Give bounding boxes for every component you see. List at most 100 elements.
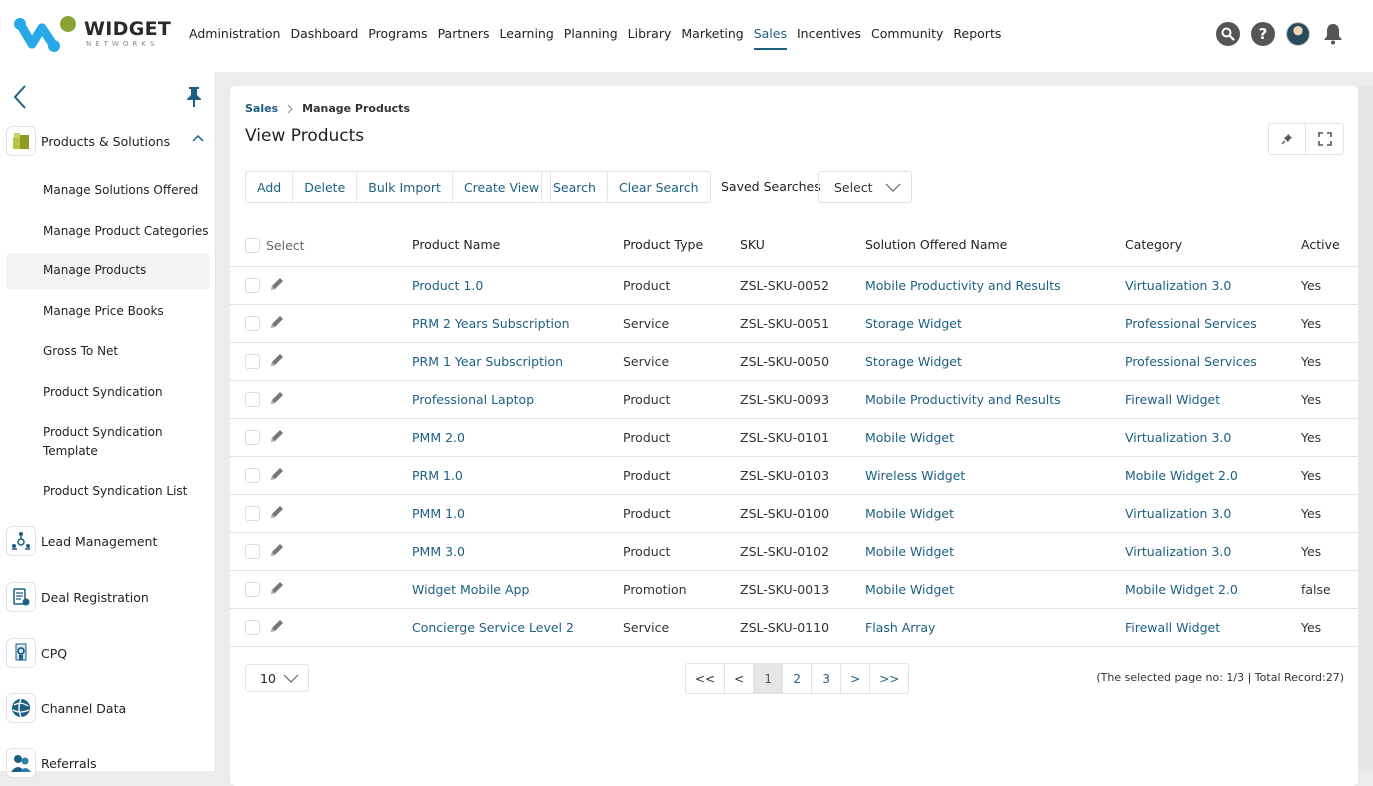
row-checkbox[interactable] bbox=[245, 277, 260, 293]
column-header-active[interactable]: Active bbox=[1301, 224, 1358, 267]
sidebar-item-product-syndication-template[interactable]: Product Syndication Template bbox=[6, 423, 186, 461]
delete-button[interactable]: Delete bbox=[293, 172, 358, 202]
solution-offered-name-link[interactable]: Mobile Productivity and Results bbox=[865, 278, 1061, 293]
search-icon[interactable] bbox=[1216, 22, 1240, 46]
solution-offered-name-link[interactable]: Mobile Widget bbox=[865, 582, 954, 597]
category-link[interactable]: Virtualization 3.0 bbox=[1125, 506, 1231, 521]
search-button[interactable]: Search bbox=[542, 172, 608, 202]
pin-sidebar-icon[interactable] bbox=[186, 86, 204, 108]
edit-pencil-icon[interactable] bbox=[269, 390, 285, 409]
edit-pencil-icon[interactable] bbox=[269, 352, 285, 371]
row-checkbox[interactable] bbox=[245, 467, 260, 483]
prev-page-button[interactable]: < bbox=[725, 664, 755, 693]
edit-pencil-icon[interactable] bbox=[269, 466, 285, 485]
category-link[interactable]: Virtualization 3.0 bbox=[1125, 278, 1231, 293]
nav-reports[interactable]: Reports bbox=[948, 26, 1006, 46]
product-name-link[interactable]: PMM 3.0 bbox=[412, 544, 465, 559]
solution-offered-name-link[interactable]: Storage Widget bbox=[865, 354, 962, 369]
category-link[interactable]: Firewall Widget bbox=[1125, 392, 1220, 407]
solution-offered-name-link[interactable]: Wireless Widget bbox=[865, 468, 965, 483]
category-link[interactable]: Mobile Widget 2.0 bbox=[1125, 582, 1238, 597]
nav-partners[interactable]: Partners bbox=[433, 26, 495, 46]
row-checkbox[interactable] bbox=[245, 353, 260, 369]
page-1-button[interactable]: 1 bbox=[754, 664, 784, 693]
solution-offered-name-link[interactable]: Storage Widget bbox=[865, 316, 962, 331]
bulk-import-button[interactable]: Bulk Import bbox=[357, 172, 453, 202]
last-page-button[interactable]: >> bbox=[870, 664, 908, 693]
pin-icon[interactable] bbox=[1269, 124, 1306, 154]
solution-offered-name-link[interactable]: Mobile Widget bbox=[865, 506, 954, 521]
sidebar-group-referrals[interactable]: Referrals bbox=[6, 746, 212, 780]
edit-pencil-icon[interactable] bbox=[269, 542, 285, 561]
page-size-select[interactable]: 10 bbox=[245, 664, 309, 692]
nav-administration[interactable]: Administration bbox=[189, 26, 285, 46]
solution-offered-name-link[interactable]: Mobile Widget bbox=[865, 544, 954, 559]
sidebar-item-product-syndication-list[interactable]: Product Syndication List bbox=[6, 482, 210, 501]
avatar[interactable] bbox=[1286, 22, 1310, 46]
product-name-link[interactable]: PMM 2.0 bbox=[412, 430, 465, 445]
category-link[interactable]: Virtualization 3.0 bbox=[1125, 430, 1231, 445]
nav-learning[interactable]: Learning bbox=[495, 26, 559, 46]
edit-pencil-icon[interactable] bbox=[269, 314, 285, 333]
product-name-link[interactable]: Product 1.0 bbox=[412, 278, 483, 293]
product-name-link[interactable]: PRM 2 Years Subscription bbox=[412, 316, 570, 331]
sidebar-group-deal-registration[interactable]: Deal Registration bbox=[6, 580, 212, 614]
select-all-checkbox[interactable] bbox=[245, 237, 260, 253]
product-name-link[interactable]: Widget Mobile App bbox=[412, 582, 529, 597]
column-header-solution-offered-name[interactable]: Solution Offered Name bbox=[865, 224, 1125, 267]
sidebar-item-manage-product-categories[interactable]: Manage Product Categories bbox=[6, 222, 210, 241]
product-name-link[interactable]: PMM 1.0 bbox=[412, 506, 465, 521]
nav-sales[interactable]: Sales bbox=[749, 26, 792, 50]
category-link[interactable]: Virtualization 3.0 bbox=[1125, 544, 1231, 559]
edit-pencil-icon[interactable] bbox=[269, 504, 285, 523]
nav-dashboard[interactable]: Dashboard bbox=[285, 26, 363, 46]
saved-searches-select[interactable]: Select bbox=[818, 171, 912, 203]
clear-search-button[interactable]: Clear Search bbox=[608, 172, 710, 202]
sidebar-group-products-solutions[interactable]: Products & Solutions bbox=[6, 124, 212, 158]
solution-offered-name-link[interactable]: Flash Array bbox=[865, 620, 935, 635]
edit-pencil-icon[interactable] bbox=[269, 428, 285, 447]
edit-pencil-icon[interactable] bbox=[269, 618, 285, 637]
page-scrollbar[interactable] bbox=[1358, 86, 1373, 771]
nav-library[interactable]: Library bbox=[623, 26, 677, 46]
column-header-category[interactable]: Category bbox=[1125, 224, 1301, 267]
product-name-link[interactable]: PRM 1.0 bbox=[412, 468, 463, 483]
nav-programs[interactable]: Programs bbox=[363, 26, 432, 46]
sidebar-item-manage-products[interactable]: Manage Products bbox=[6, 253, 210, 289]
product-name-link[interactable]: Concierge Service Level 2 bbox=[412, 620, 574, 635]
row-checkbox[interactable] bbox=[245, 505, 260, 521]
breadcrumb-sales[interactable]: Sales bbox=[245, 102, 278, 115]
widget-networks-logo[interactable]: WIDGET NETWORKS bbox=[12, 14, 171, 56]
row-checkbox[interactable] bbox=[245, 543, 260, 559]
nav-planning[interactable]: Planning bbox=[559, 26, 623, 46]
column-header-product-name[interactable]: Product Name bbox=[412, 224, 623, 267]
next-page-button[interactable]: > bbox=[841, 664, 871, 693]
sidebar-group-cpq[interactable]: CPQ bbox=[6, 636, 212, 670]
product-name-link[interactable]: Professional Laptop bbox=[412, 392, 534, 407]
product-name-link[interactable]: PRM 1 Year Subscription bbox=[412, 354, 563, 369]
nav-community[interactable]: Community bbox=[866, 26, 948, 46]
nav-incentives[interactable]: Incentives bbox=[792, 26, 866, 46]
bell-icon[interactable] bbox=[1321, 22, 1345, 46]
solution-offered-name-link[interactable]: Mobile Productivity and Results bbox=[865, 392, 1061, 407]
fullscreen-icon[interactable] bbox=[1306, 124, 1343, 154]
row-checkbox[interactable] bbox=[245, 391, 260, 407]
row-checkbox[interactable] bbox=[245, 581, 260, 597]
column-header-product-type[interactable]: Product Type bbox=[623, 224, 740, 267]
chevron-up-icon[interactable] bbox=[192, 133, 204, 145]
sidebar-item-product-syndication[interactable]: Product Syndication bbox=[6, 383, 210, 402]
create-view-button[interactable]: Create View bbox=[453, 172, 550, 202]
sidebar-item-manage-solutions-offered[interactable]: Manage Solutions Offered bbox=[6, 181, 210, 200]
sidebar-item-manage-price-books[interactable]: Manage Price Books bbox=[6, 302, 210, 321]
sidebar-group-lead-management[interactable]: Lead Management bbox=[6, 524, 212, 558]
solution-offered-name-link[interactable]: Mobile Widget bbox=[865, 430, 954, 445]
row-checkbox[interactable] bbox=[245, 429, 260, 445]
category-link[interactable]: Professional Services bbox=[1125, 316, 1257, 331]
row-checkbox[interactable] bbox=[245, 619, 260, 635]
add-button[interactable]: Add bbox=[246, 172, 294, 202]
page-3-button[interactable]: 3 bbox=[812, 664, 842, 693]
column-header-sku[interactable]: SKU bbox=[740, 224, 865, 267]
category-link[interactable]: Professional Services bbox=[1125, 354, 1257, 369]
nav-marketing[interactable]: Marketing bbox=[676, 26, 748, 46]
category-link[interactable]: Firewall Widget bbox=[1125, 620, 1220, 635]
